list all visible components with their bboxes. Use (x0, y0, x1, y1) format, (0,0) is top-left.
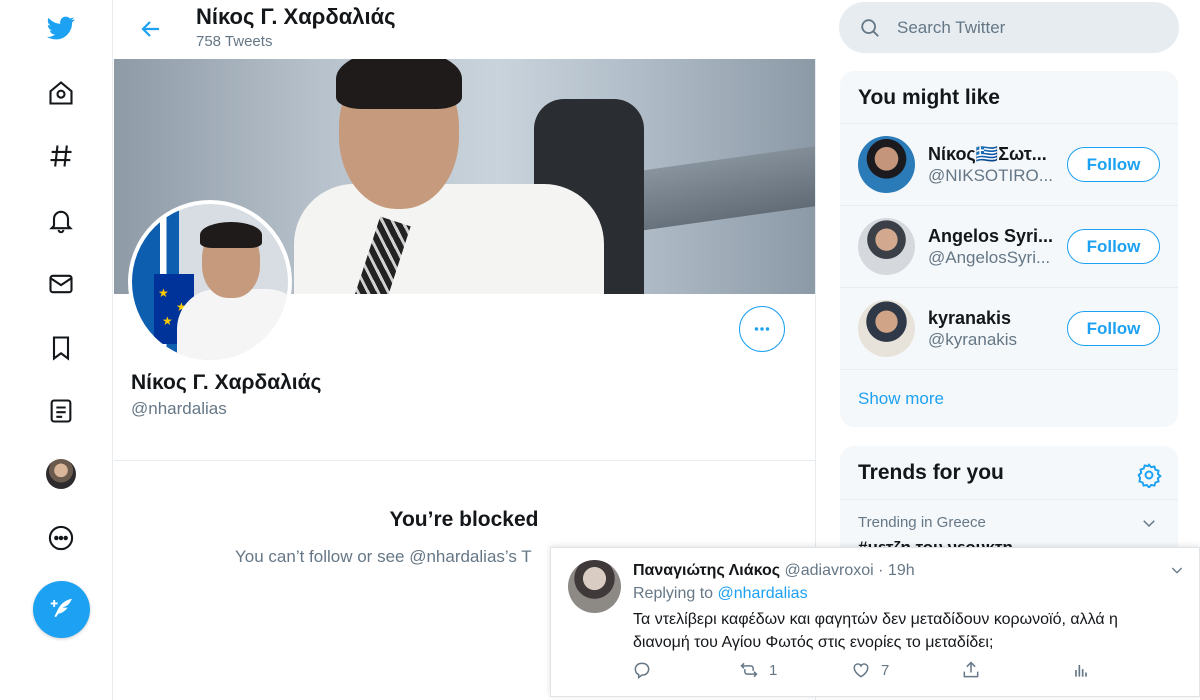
follow-button[interactable]: Follow (1067, 229, 1160, 264)
tweet-text: Τα ντελίβερι καφέδων και φαγητών δεν μετ… (633, 611, 1118, 651)
replying-to: Replying to @nhardalias (633, 585, 808, 603)
list-icon[interactable] (38, 388, 84, 434)
tweet-separator: · (878, 562, 884, 579)
bookmark-icon[interactable] (38, 325, 84, 371)
avatar[interactable] (568, 560, 621, 613)
search-icon (861, 19, 879, 37)
avatar (46, 459, 76, 489)
avatar (858, 136, 915, 193)
show-more-link[interactable]: Show more (858, 389, 944, 409)
divider (840, 369, 1178, 370)
user-handle: @kyranakis (928, 330, 1018, 349)
hashtag-icon[interactable] (38, 133, 84, 179)
share-icon (963, 661, 979, 678)
replying-to-label: Replying to (633, 585, 714, 602)
divider (840, 499, 1178, 500)
blocked-message: You can’t follow or see @nhardalias’s T (235, 547, 532, 566)
panel-title: Trends for you (858, 461, 1004, 484)
who-to-follow-panel: You might like Νίκος🇬🇷Σωτ... @NIKSOTIRO.… (840, 71, 1178, 427)
trend-context: Trending in Greece (858, 514, 986, 531)
retweet-count: 1 (769, 661, 778, 679)
left-navigation (0, 0, 113, 700)
compose-feather-icon (50, 598, 72, 617)
analytics-icon (1075, 665, 1087, 677)
replying-to-handle[interactable]: @nhardalias (718, 585, 808, 602)
tweet-author-line: Παναγιώτης Λιάκος @adiavroxoi · 19h (633, 562, 915, 580)
retweet-icon (740, 662, 758, 678)
avatar (858, 300, 915, 357)
profile-avatar-large[interactable]: ★ ★ ★ (128, 200, 292, 364)
analytics-button[interactable] (1071, 660, 1091, 680)
tweet-count: 758 Tweets (196, 33, 273, 50)
tweet-timestamp[interactable]: 19h (888, 562, 915, 579)
home-icon[interactable] (38, 70, 84, 116)
user-handle: @AngelosSyri... (928, 248, 1051, 267)
retweet-button[interactable]: 1 (739, 660, 777, 680)
bell-icon[interactable] (38, 197, 84, 243)
reply-button[interactable] (632, 660, 652, 680)
suggested-user[interactable]: Νίκος🇬🇷Σωτ... @NIKSOTIRO... Follow (840, 124, 1178, 206)
more-dots-icon (754, 327, 770, 331)
user-handle: @NIKSOTIRO... (928, 166, 1053, 185)
user-name: Νίκος🇬🇷Σωτ... (928, 144, 1047, 164)
chevron-down-icon[interactable] (1140, 514, 1158, 532)
search-bar[interactable] (839, 2, 1179, 53)
avatar (858, 218, 915, 275)
twitter-logo-icon[interactable] (38, 5, 84, 51)
reply-icon (634, 662, 650, 679)
follow-button[interactable]: Follow (1067, 147, 1160, 182)
share-button[interactable] (961, 660, 981, 680)
profile-handle: @nhardalias (131, 399, 227, 418)
compose-tweet-button[interactable] (33, 581, 90, 638)
like-button[interactable]: 7 (851, 660, 889, 680)
profile-avatar[interactable] (38, 451, 84, 497)
suggested-user[interactable]: kyranakis @kyranakis Follow (840, 288, 1178, 370)
more-circle-icon[interactable] (38, 515, 84, 561)
tweet-author-name[interactable]: Παναγιώτης Λιάκος (633, 562, 780, 579)
profile-name: Νίκος Γ. Χαρδαλιάς (131, 371, 322, 394)
page-title: Νίκος Γ. Χαρδαλιάς (196, 4, 396, 29)
gear-icon[interactable] (1136, 462, 1162, 488)
back-button[interactable] (134, 12, 168, 46)
tweet-handle[interactable]: @adiavroxoi (785, 562, 874, 579)
tweet-card[interactable]: Παναγιώτης Λιάκος @adiavroxoi · 19h Repl… (550, 547, 1200, 697)
mail-icon[interactable] (38, 261, 84, 307)
follow-button[interactable]: Follow (1067, 311, 1160, 346)
heart-icon (853, 663, 869, 678)
blocked-title: You’re blocked (389, 508, 539, 531)
chevron-down-icon[interactable] (1169, 562, 1185, 578)
search-input[interactable] (897, 2, 1167, 53)
panel-title: You might like (858, 86, 1000, 109)
profile-header-bar: Νίκος Γ. Χαρδαλιάς 758 Tweets (114, 0, 816, 59)
like-count: 7 (881, 661, 890, 679)
user-name: Angelos Syri... (928, 226, 1054, 246)
profile-more-button[interactable] (739, 306, 785, 352)
back-arrow-icon (141, 21, 159, 37)
user-name: kyranakis (928, 308, 1012, 328)
suggested-user[interactable]: Angelos Syri... @AngelosSyri... Follow (840, 206, 1178, 288)
divider (114, 460, 815, 461)
